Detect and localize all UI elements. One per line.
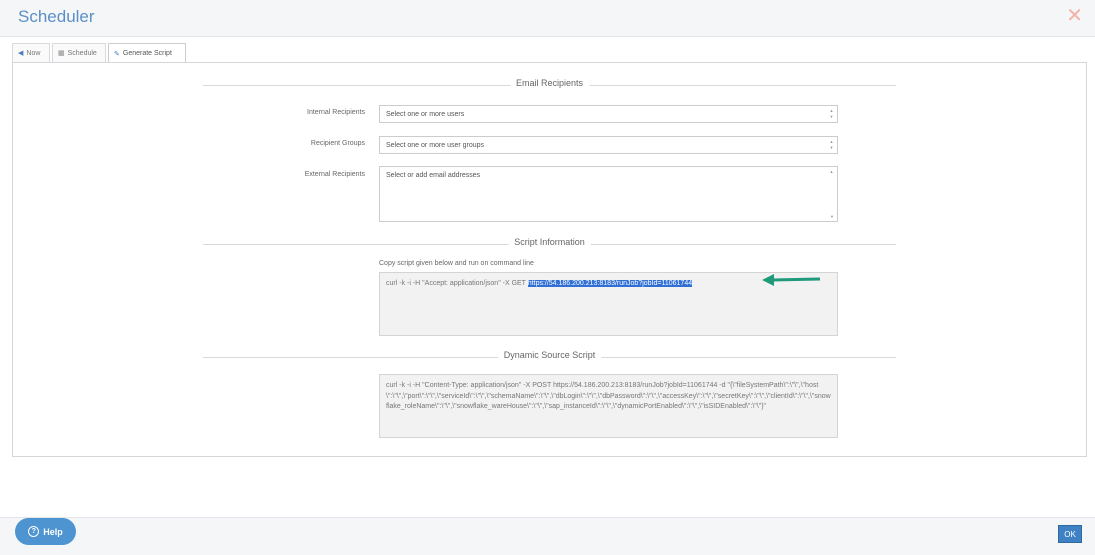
calendar-icon: ▦ — [58, 50, 65, 57]
tab-now[interactable]: ◀ Now — [12, 43, 50, 62]
question-icon: ? — [28, 526, 40, 537]
tab-generate-script[interactable]: ✎ Generate Script — [108, 43, 186, 63]
help-label: Help — [43, 526, 63, 537]
close-icon[interactable]: ✕ — [1066, 6, 1083, 26]
dynamic-script-text: curl -k -i -H "Content-Type: application… — [386, 382, 831, 410]
external-recipients-label: External Recipients — [304, 171, 365, 178]
pointer-arrow-icon — [762, 274, 821, 286]
scroll-up-icon[interactable]: ▲ — [829, 169, 834, 175]
tab-label: Generate Script — [122, 50, 172, 57]
input-placeholder: Select or add email addresses — [386, 172, 481, 179]
section-title: Script Information — [508, 237, 591, 247]
dialog-footer — [0, 517, 1095, 555]
dialog-title: Scheduler — [18, 7, 95, 26]
recipient-groups-label: Recipient Groups — [310, 140, 365, 147]
dynamic-source-script-header: Dynamic Source Script — [203, 346, 896, 360]
tab-label: Now — [26, 49, 41, 57]
help-button[interactable]: ? Help — [15, 518, 76, 545]
dialog-header: Scheduler ✕ — [0, 0, 1095, 37]
copy-script-hint: Copy script given below and run on comma… — [379, 260, 534, 267]
ok-button[interactable]: OK — [1058, 525, 1082, 543]
command-prefix: curl -k -i -H "Accept: application/json"… — [386, 280, 528, 287]
script-information-header: Script Information — [203, 233, 896, 247]
internal-recipients-label: Internal Recipients — [307, 109, 365, 116]
send-icon: ◀ — [18, 50, 24, 57]
script-icon: ✎ — [114, 50, 120, 58]
external-recipients-input[interactable]: Select or add email addresses ▲ ▼ — [379, 166, 838, 222]
internal-recipients-select[interactable]: Select one or more users ▲ ▼ — [379, 105, 838, 123]
section-title: Dynamic Source Script — [497, 350, 602, 360]
spinner-icon: ▲ ▼ — [829, 108, 834, 119]
select-placeholder: Select one or more users — [386, 111, 465, 118]
command-url[interactable]: https://54.186.200.213:8183/runJob?jobId… — [527, 280, 693, 287]
select-placeholder: Select one or more user groups — [386, 142, 485, 149]
scroll-down-icon[interactable]: ▼ — [830, 214, 834, 219]
recipient-groups-select[interactable]: Select one or more user groups ▲ ▼ — [379, 136, 838, 154]
section-title: Email Recipients — [509, 78, 590, 88]
dynamic-script-box[interactable]: curl -k -i -H "Content-Type: application… — [379, 374, 838, 438]
email-recipients-header: Email Recipients — [203, 74, 896, 88]
spinner-icon: ▲ ▼ — [829, 139, 834, 150]
tab-label: Schedule — [67, 49, 97, 57]
tab-schedule[interactable]: ▦ Schedule — [52, 43, 106, 62]
